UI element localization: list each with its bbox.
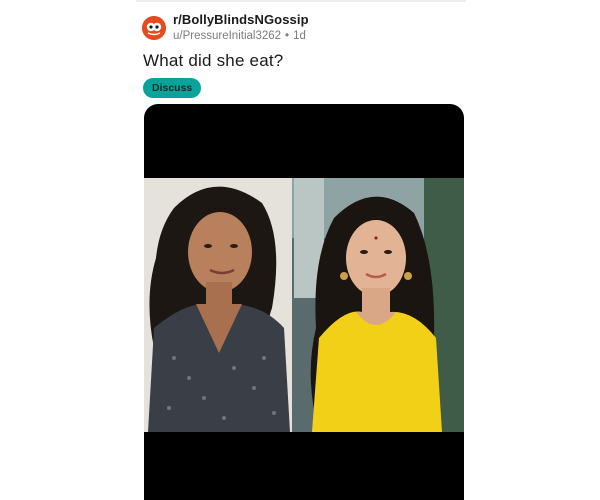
post-title[interactable]: What did she eat? bbox=[143, 51, 283, 71]
meta-separator: • bbox=[285, 29, 290, 42]
subreddit-name-link[interactable]: r/BollyBlindsNGossip bbox=[173, 12, 309, 28]
left-photo bbox=[144, 178, 292, 432]
post-meta: u/PressureInitial3262 • 1d bbox=[173, 30, 309, 43]
post-flair[interactable]: Discuss bbox=[143, 78, 202, 98]
top-divider bbox=[136, 0, 466, 2]
right-photo bbox=[292, 178, 464, 432]
post-header: r/BollyBlindsNGossip u/PressureInitial32… bbox=[142, 12, 309, 44]
subreddit-avatar-icon[interactable] bbox=[142, 16, 166, 40]
post-age: 1d bbox=[293, 29, 306, 42]
author-link[interactable]: u/PressureInitial3262 bbox=[173, 30, 281, 43]
post-image bbox=[144, 178, 464, 432]
post-media[interactable] bbox=[144, 104, 464, 500]
